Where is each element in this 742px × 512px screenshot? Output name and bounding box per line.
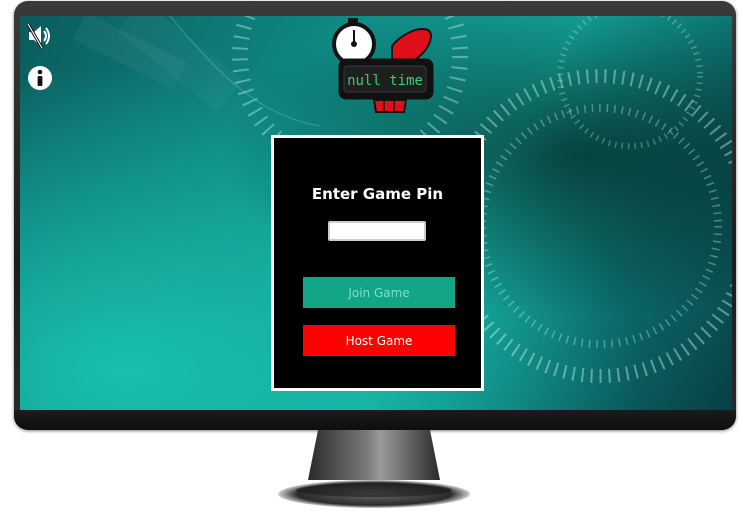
dialog-title: Enter Game Pin [311,185,444,203]
game-pin-dialog: Enter Game Pin Join Game Host Game [271,135,484,391]
game-pin-input[interactable] [328,221,426,241]
speaker-muted-icon[interactable] [26,22,54,50]
app-screen: null time Enter Game Pin Join Game Host … [20,16,732,410]
null-time-logo: null time [330,16,442,116]
monitor-chin [14,410,736,430]
host-game-button[interactable]: Host Game [303,325,455,356]
info-icon[interactable] [26,64,54,92]
join-game-button[interactable]: Join Game [303,277,455,308]
logo-text: null time [347,73,423,89]
